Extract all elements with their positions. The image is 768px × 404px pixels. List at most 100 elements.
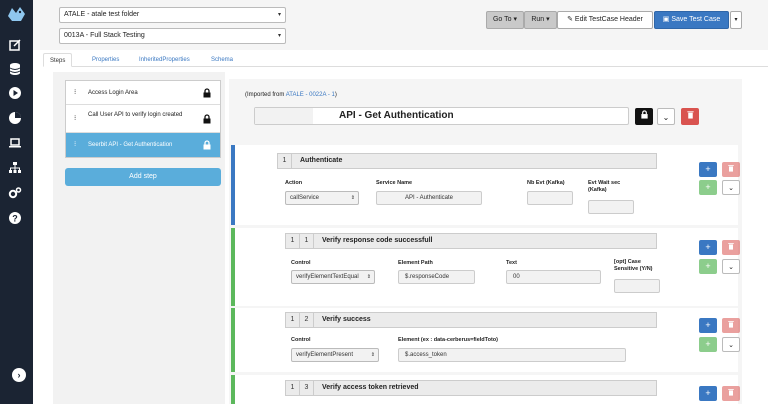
pie-chart-icon[interactable] [8,111,22,125]
control-header: 1 1 Verify response code successfull [285,233,657,249]
drag-handle-icon[interactable]: ⁝ [74,81,76,104]
imported-prefix: (Imported from [245,92,286,98]
element-label: Element (ex : data-cerberus=fieldToto) [398,337,498,343]
add-action-button[interactable]: + [699,259,717,274]
case-sensitive-field[interactable] [614,279,660,293]
control-indicator-bar [231,228,235,306]
tab-inherited-properties[interactable]: InheritedProperties [133,53,196,67]
control-select-value: verifyElementTextEqual [296,274,359,280]
database-icon[interactable] [8,62,22,76]
cogs-icon[interactable] [8,186,22,200]
add-control-button[interactable]: + [699,318,717,333]
tab-steps[interactable]: Steps [43,53,73,67]
tab-bar: Steps Properties InheritedProperties Sch… [43,53,768,67]
chevron-updown-icon: ⇕ [370,352,375,358]
help-icon[interactable]: ? [8,211,22,225]
play-icon[interactable] [8,86,22,100]
edit-icon[interactable] [8,38,22,52]
control-step-number: 1 [286,313,300,327]
tab-schema[interactable]: Schema [205,53,239,67]
lock-icon [202,87,212,98]
add-action-button[interactable]: + [699,180,717,195]
laptop-icon[interactable] [8,136,22,150]
lock-toggle-button[interactable] [635,108,653,125]
element-field[interactable]: $.access_token [398,348,626,362]
tab-properties[interactable]: Properties [86,53,125,67]
imported-link[interactable]: ATALE - 0022A - 1 [286,92,335,98]
drag-handle-icon[interactable]: ⁝ [74,133,76,157]
testcase-select[interactable]: 0013A - Full Stack Testing ▾ [59,28,286,44]
goto-button[interactable]: Go To ▾ [486,11,524,29]
drag-handle-icon[interactable]: ⁝ [74,105,76,132]
control-title[interactable]: Verify access token retrieved [322,381,419,395]
expand-nav-icon[interactable]: › [12,368,26,382]
add-step-button[interactable]: Add step [65,168,221,186]
control-select-value: verifyElementPresent [296,352,354,358]
action-options-button[interactable]: ⌄ [722,180,740,195]
step-detail: (Imported from ATALE - 0022A - 1) API - … [229,79,742,404]
control-number: 3 [300,381,314,395]
sitemap-icon[interactable] [8,161,22,175]
delete-control-button[interactable] [722,386,740,401]
lock-icon [202,113,212,124]
control-header: 1 2 Verify success [285,312,657,328]
edit-testcase-header-label: Edit TestCase Header [574,16,643,23]
topbar: ATALE - atale test folder ▾ 0013A - Full… [33,0,768,50]
nb-evt-label: Nb Evt (Kafka) [527,180,565,186]
step-options-button[interactable]: ⌄ [657,108,675,125]
chevron-down-icon: ⌄ [728,342,734,349]
delete-step-button[interactable] [681,108,699,125]
control-block: 1 2 Verify success Control verifyElement… [231,308,738,372]
add-control-button[interactable]: + [699,386,717,401]
control-title[interactable]: Verify response code successfull [322,234,433,248]
left-navigation: ? › [0,0,33,404]
element-path-label: Element Path [398,260,433,266]
add-action-button[interactable]: + [699,337,717,352]
chevron-down-icon: ⌄ [662,113,670,122]
control-options-button[interactable]: ⌄ [722,259,740,274]
element-path-field[interactable]: $.responseCode [398,270,475,284]
chevron-down-icon: ▾ [277,12,281,18]
control-select[interactable]: verifyElementTextEqual ⇕ [291,270,375,284]
chevron-down-icon: ▾ [734,17,738,23]
nb-evt-field[interactable] [527,191,573,205]
action-select[interactable]: callService ⇕ [285,191,359,205]
save-dropdown-button[interactable]: ▾ [730,11,742,29]
evt-wait-label: Evt Wait sec (Kafka) [588,180,621,193]
text-field[interactable]: 00 [506,270,601,284]
svg-text:?: ? [12,214,18,224]
delete-control-button[interactable] [722,240,740,255]
pencil-icon: ✎ [567,16,575,23]
delete-action-button[interactable] [722,162,740,177]
action-title[interactable]: Authenticate [300,154,342,168]
unlock-icon [202,140,212,150]
step-item[interactable]: ⁝ Access Login Area [66,81,220,105]
step-item[interactable]: ⁝ Call User API to verify login created [66,105,220,133]
control-step-number: 1 [286,234,300,248]
testcase-select-value: 0013A - Full Stack Testing [64,32,145,39]
chevron-updown-icon: ⇕ [350,195,355,201]
control-select[interactable]: verifyElementPresent ⇕ [291,348,379,362]
case-sensitive-label: [opt] Case Sensitive (Y/N) [614,259,653,272]
folder-select[interactable]: ATALE - atale test folder ▾ [59,7,286,23]
run-button[interactable]: Run ▾ [524,11,557,29]
save-testcase-button[interactable]: ▣ Save Test Case [654,11,729,29]
chevron-down-icon: ⌄ [728,185,734,192]
edit-testcase-header-button[interactable]: ✎ Edit TestCase Header [557,11,653,29]
step-title-field[interactable]: API - Get Authentication [254,107,629,125]
step-item-active[interactable]: ⁝ Seerbit API - Get Authentication [66,133,220,157]
step-title: API - Get Authentication [339,110,454,121]
control-options-button[interactable]: ⌄ [722,337,740,352]
control-block: 1 3 Verify access token retrieved [231,375,738,404]
add-control-button[interactable]: + [699,240,717,255]
control-indicator-bar [231,308,235,372]
action-header: 1 Authenticate [277,153,657,169]
add-control-button[interactable]: + [699,162,717,177]
control-title[interactable]: Verify success [322,313,371,327]
cerberus-logo-icon[interactable] [6,4,27,24]
step-label: Seerbit API - Get Authentication [88,142,173,148]
delete-control-button[interactable] [722,318,740,333]
evt-wait-field[interactable] [588,200,634,214]
service-name-field[interactable]: API - Authenticate [376,191,482,205]
action-number: 1 [278,154,292,168]
